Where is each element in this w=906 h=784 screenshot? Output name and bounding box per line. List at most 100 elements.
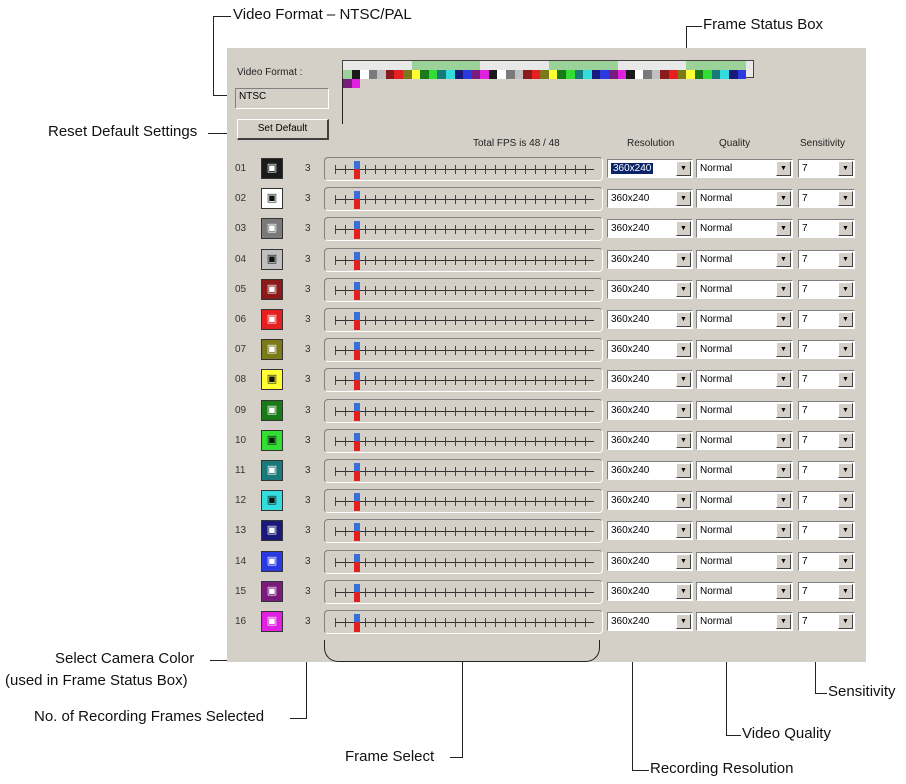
quality-select[interactable]: Normal ▼ (696, 400, 793, 420)
camera-color-button[interactable]: ▣ (261, 550, 283, 572)
triangle-down-icon[interactable]: ▼ (776, 583, 791, 599)
frame-select-slider[interactable] (324, 157, 603, 181)
sensitivity-select[interactable]: 7 ▼ (798, 340, 855, 360)
triangle-down-icon[interactable]: ▼ (676, 281, 691, 297)
video-format-field[interactable]: NTSC (235, 88, 329, 109)
triangle-down-icon[interactable]: ▼ (838, 191, 853, 207)
slider-thumb[interactable] (354, 161, 360, 179)
sensitivity-select[interactable]: 7 ▼ (798, 189, 855, 209)
triangle-down-icon[interactable]: ▼ (776, 251, 791, 267)
slider-thumb[interactable] (354, 191, 360, 210)
slider-thumb[interactable] (354, 402, 360, 421)
triangle-down-icon[interactable]: ▼ (776, 281, 791, 297)
triangle-down-icon[interactable]: ▼ (676, 221, 691, 237)
triangle-down-icon[interactable]: ▼ (838, 372, 853, 388)
sensitivity-select[interactable]: 7 ▼ (798, 279, 855, 299)
quality-select[interactable]: Normal ▼ (696, 521, 793, 541)
triangle-down-icon[interactable]: ▼ (676, 312, 691, 327)
triangle-down-icon[interactable]: ▼ (776, 221, 791, 237)
triangle-down-icon[interactable]: ▼ (776, 312, 791, 327)
triangle-down-icon[interactable]: ▼ (776, 372, 791, 388)
slider-thumb[interactable] (354, 523, 360, 542)
triangle-down-icon[interactable]: ▼ (676, 523, 691, 539)
quality-select[interactable]: Normal ▼ (696, 491, 793, 511)
resolution-select[interactable]: 360x240 ▼ (607, 581, 693, 601)
triangle-down-icon[interactable]: ▼ (776, 614, 791, 629)
triangle-down-icon[interactable]: ▼ (838, 281, 853, 297)
frame-select-slider[interactable] (324, 489, 603, 514)
slider-thumb[interactable] (354, 221, 360, 240)
triangle-down-icon[interactable]: ▼ (838, 583, 853, 599)
triangle-down-icon[interactable]: ▼ (776, 191, 791, 207)
frame-select-slider[interactable] (324, 459, 603, 483)
triangle-down-icon[interactable]: ▼ (776, 523, 791, 539)
triangle-down-icon[interactable]: ▼ (776, 493, 791, 509)
slider-thumb[interactable] (354, 463, 360, 481)
triangle-down-icon[interactable]: ▼ (838, 493, 853, 509)
frame-select-slider[interactable] (324, 579, 603, 604)
triangle-down-icon[interactable]: ▼ (676, 372, 691, 388)
triangle-down-icon[interactable]: ▼ (838, 312, 853, 327)
triangle-down-icon[interactable]: ▼ (838, 342, 853, 358)
resolution-select[interactable]: 360x240 ▼ (607, 491, 693, 511)
sensitivity-select[interactable]: 7 ▼ (798, 430, 855, 450)
triangle-down-icon[interactable]: ▼ (676, 191, 691, 207)
camera-color-button[interactable]: ▣ (261, 369, 283, 391)
camera-color-button[interactable]: ▣ (261, 339, 283, 361)
slider-thumb[interactable] (354, 432, 360, 451)
resolution-select[interactable]: 360x240 ▼ (607, 310, 693, 329)
slider-thumb[interactable] (354, 312, 360, 330)
sensitivity-select[interactable]: 7 ▼ (798, 310, 855, 329)
slider-thumb[interactable] (354, 583, 360, 602)
quality-select[interactable]: Normal ▼ (696, 219, 793, 239)
resolution-select[interactable]: 360x240 ▼ (607, 612, 693, 631)
sensitivity-select[interactable]: 7 ▼ (798, 491, 855, 511)
sensitivity-select[interactable]: 7 ▼ (798, 581, 855, 601)
quality-select[interactable]: Normal ▼ (696, 249, 793, 269)
sensitivity-select[interactable]: 7 ▼ (798, 219, 855, 239)
triangle-down-icon[interactable]: ▼ (676, 614, 691, 629)
camera-color-button[interactable]: ▣ (261, 490, 283, 512)
frame-select-slider[interactable] (324, 338, 603, 363)
frame-select-slider[interactable] (324, 398, 603, 423)
triangle-down-icon[interactable]: ▼ (776, 432, 791, 448)
triangle-down-icon[interactable]: ▼ (838, 402, 853, 418)
camera-color-button[interactable]: ▣ (261, 278, 283, 300)
camera-color-button[interactable]: ▣ (261, 611, 283, 632)
triangle-down-icon[interactable]: ▼ (838, 432, 853, 448)
resolution-select[interactable]: 360x240 ▼ (607, 400, 693, 420)
resolution-select[interactable]: 360x240 ▼ (607, 461, 693, 480)
triangle-down-icon[interactable]: ▼ (676, 342, 691, 358)
frame-select-slider[interactable] (324, 368, 603, 393)
quality-select[interactable]: Normal ▼ (696, 279, 793, 299)
slider-thumb[interactable] (354, 342, 360, 361)
quality-select[interactable]: Normal ▼ (696, 551, 793, 571)
triangle-down-icon[interactable]: ▼ (676, 463, 691, 478)
camera-color-button[interactable]: ▣ (261, 399, 283, 421)
resolution-select[interactable]: 360x240 ▼ (607, 189, 693, 209)
camera-color-button[interactable]: ▣ (261, 520, 283, 542)
quality-select[interactable]: Normal ▼ (696, 159, 793, 178)
sensitivity-select[interactable]: 7 ▼ (798, 400, 855, 420)
camera-color-button[interactable]: ▣ (261, 460, 283, 481)
triangle-down-icon[interactable]: ▼ (676, 583, 691, 599)
resolution-select[interactable]: 360x240 ▼ (607, 279, 693, 299)
camera-color-button[interactable]: ▣ (261, 188, 283, 210)
frame-select-slider[interactable] (324, 217, 603, 242)
triangle-down-icon[interactable]: ▼ (676, 493, 691, 509)
slider-thumb[interactable] (354, 251, 360, 270)
triangle-down-icon[interactable]: ▼ (838, 614, 853, 629)
slider-thumb[interactable] (354, 281, 360, 300)
triangle-down-icon[interactable]: ▼ (676, 553, 691, 569)
quality-select[interactable]: Normal ▼ (696, 370, 793, 390)
triangle-down-icon[interactable]: ▼ (776, 402, 791, 418)
camera-color-button[interactable]: ▣ (261, 248, 283, 270)
frame-select-slider[interactable] (324, 610, 603, 634)
resolution-select[interactable]: 360x240 ▼ (607, 521, 693, 541)
slider-thumb[interactable] (354, 493, 360, 512)
triangle-down-icon[interactable]: ▼ (838, 463, 853, 478)
sensitivity-select[interactable]: 7 ▼ (798, 159, 855, 178)
slider-thumb[interactable] (354, 614, 360, 632)
resolution-select[interactable]: 360x240 ▼ (607, 159, 693, 178)
resolution-select[interactable]: 360x240 ▼ (607, 249, 693, 269)
